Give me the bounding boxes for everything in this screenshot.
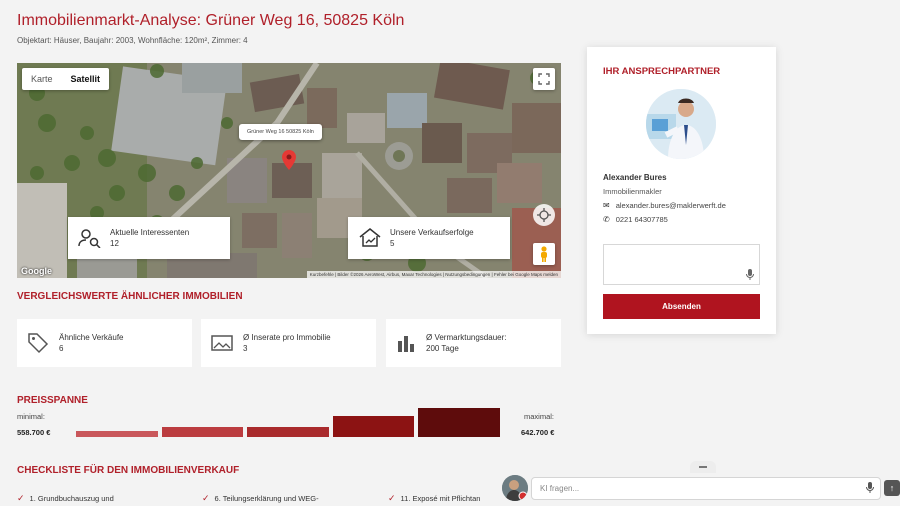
fullscreen-icon — [538, 73, 550, 85]
interest-value: 12 — [110, 239, 119, 248]
agent-email-text: alexander.bures@maklerwerft.de — [615, 201, 726, 210]
similar-sales-card: Ähnliche Verkäufe 6 — [17, 319, 192, 367]
bar-chart-icon — [398, 336, 414, 352]
price-min-label: minimal: — [17, 412, 45, 421]
comparison-title: VERGLEICHSWERTE ÄHNLICHER IMMOBILIEN — [17, 291, 243, 302]
success-value: 5 — [390, 239, 395, 248]
agent-role: Immobilienmakler — [603, 187, 662, 196]
checkmark-icon: ✓ — [388, 493, 396, 503]
price-range-bars — [76, 400, 500, 437]
bot-avatar-icon — [502, 475, 528, 501]
property-details: Objektart: Häuser, Baujahr: 2003, Wohnfl… — [17, 36, 248, 45]
google-logo: Google — [21, 266, 52, 276]
arrow-up-icon: ↑ — [889, 483, 895, 493]
checklist-item-label: 1. Grundbuchauszug und — [29, 494, 114, 503]
checklist-item-label: 11. Exposé mit Pflichtan — [400, 494, 481, 503]
map-camera-control[interactable] — [533, 204, 555, 226]
phone-icon: ✆ — [603, 215, 610, 224]
listings-card: Ø Inserate pro Immobilie 3 — [201, 319, 376, 367]
agent-phone-text: 0221 64307785 — [615, 215, 668, 224]
user-search-icon — [78, 229, 101, 248]
interest-label: Aktuelle Interessenten — [110, 228, 190, 237]
similar-sales-label: Ähnliche Verkäufe — [59, 333, 124, 342]
contact-card: IHR ANSPRECHPARTNER Alexander Bures Immo… — [587, 47, 776, 334]
ai-chat-input[interactable]: KI fragen... — [531, 477, 881, 500]
envelope-icon: ✉ — [603, 201, 610, 210]
price-bar — [418, 408, 500, 437]
chat-collapse-handle[interactable] — [690, 461, 716, 473]
satellite-map[interactable]: Karte Satellit Grüner Weg 16 50825 Köln … — [17, 63, 561, 278]
checklist-item-label: 6. Teilungserklärung und WEG- — [214, 494, 319, 503]
minus-icon — [699, 466, 707, 468]
agent-phone[interactable]: ✆ 0221 64307785 — [603, 215, 668, 224]
contact-title: IHR ANSPRECHPARTNER — [603, 66, 721, 77]
house-trend-icon — [359, 228, 381, 247]
avatar — [646, 89, 716, 159]
price-min-value: 558.700 € — [17, 428, 51, 437]
checklist-item[interactable]: ✓ 11. Exposé mit Pflichtan — [388, 493, 480, 504]
chat-bot-avatar[interactable] — [502, 475, 528, 501]
tab-satellit[interactable]: Satellit — [62, 68, 110, 90]
marketing-duration-label: Ø Vermarktungsdauer: — [426, 333, 507, 342]
page-header: Immobilienmarkt-Analyse: Grüner Weg 16, … — [17, 12, 404, 45]
price-bar — [76, 431, 158, 437]
fullscreen-button[interactable] — [533, 68, 555, 90]
send-button[interactable]: Absenden — [603, 294, 760, 319]
crosshair-icon — [537, 208, 551, 222]
agent-email[interactable]: ✉ alexander.bures@maklerwerft.de — [603, 201, 726, 210]
checkmark-icon: ✓ — [202, 493, 210, 503]
success-label: Unsere Verkaufserfolge — [390, 228, 474, 237]
microphone-icon[interactable] — [866, 482, 874, 493]
sales-success-card: Unsere Verkaufserfolge 5 — [348, 217, 510, 259]
microphone-icon[interactable] — [746, 269, 754, 280]
price-bar — [247, 427, 329, 437]
marketing-duration-card: Ø Vermarktungsdauer: 200 Tage — [386, 319, 561, 367]
location-pin-icon[interactable] — [282, 150, 296, 170]
checklist-title: CHECKLISTE FÜR DEN IMMOBILIENVERKAUF — [17, 465, 240, 476]
similar-sales-value: 6 — [59, 344, 64, 353]
map-type-toggle: Karte Satellit — [22, 68, 110, 90]
price-max-value: 642.700 € — [521, 428, 555, 437]
pegman-icon — [541, 246, 547, 262]
location-label: Grüner Weg 16 50825 Köln — [239, 124, 322, 140]
marketing-duration-value: 200 Tage — [426, 344, 459, 353]
image-icon — [211, 335, 233, 351]
price-max-label: maximal: — [524, 412, 555, 421]
map-attribution[interactable]: Kurzbefehle | Bilder ©2026 AeroWest, Air… — [306, 271, 561, 278]
interest-card: Aktuelle Interessenten 12 — [68, 217, 230, 259]
listings-value: 3 — [243, 344, 248, 353]
price-bar — [161, 427, 244, 437]
checkmark-icon: ✓ — [17, 493, 25, 503]
price-bar — [332, 415, 415, 437]
checklist-item[interactable]: ✓ 6. Teilungserklärung und WEG- — [202, 493, 319, 504]
tab-karte[interactable]: Karte — [22, 68, 62, 90]
checklist-item[interactable]: ✓ 1. Grundbuchauszug und — [17, 493, 114, 504]
agent-photo — [646, 89, 716, 159]
street-view-pegman[interactable] — [533, 243, 555, 265]
listings-label: Ø Inserate pro Immobilie — [243, 333, 331, 342]
chat-send-button[interactable]: ↑ — [884, 480, 900, 496]
page-title: Immobilienmarkt-Analyse: Grüner Weg 16, … — [17, 12, 405, 29]
tag-icon — [28, 333, 49, 354]
message-textarea[interactable] — [603, 244, 760, 285]
agent-name: Alexander Bures — [603, 173, 667, 182]
